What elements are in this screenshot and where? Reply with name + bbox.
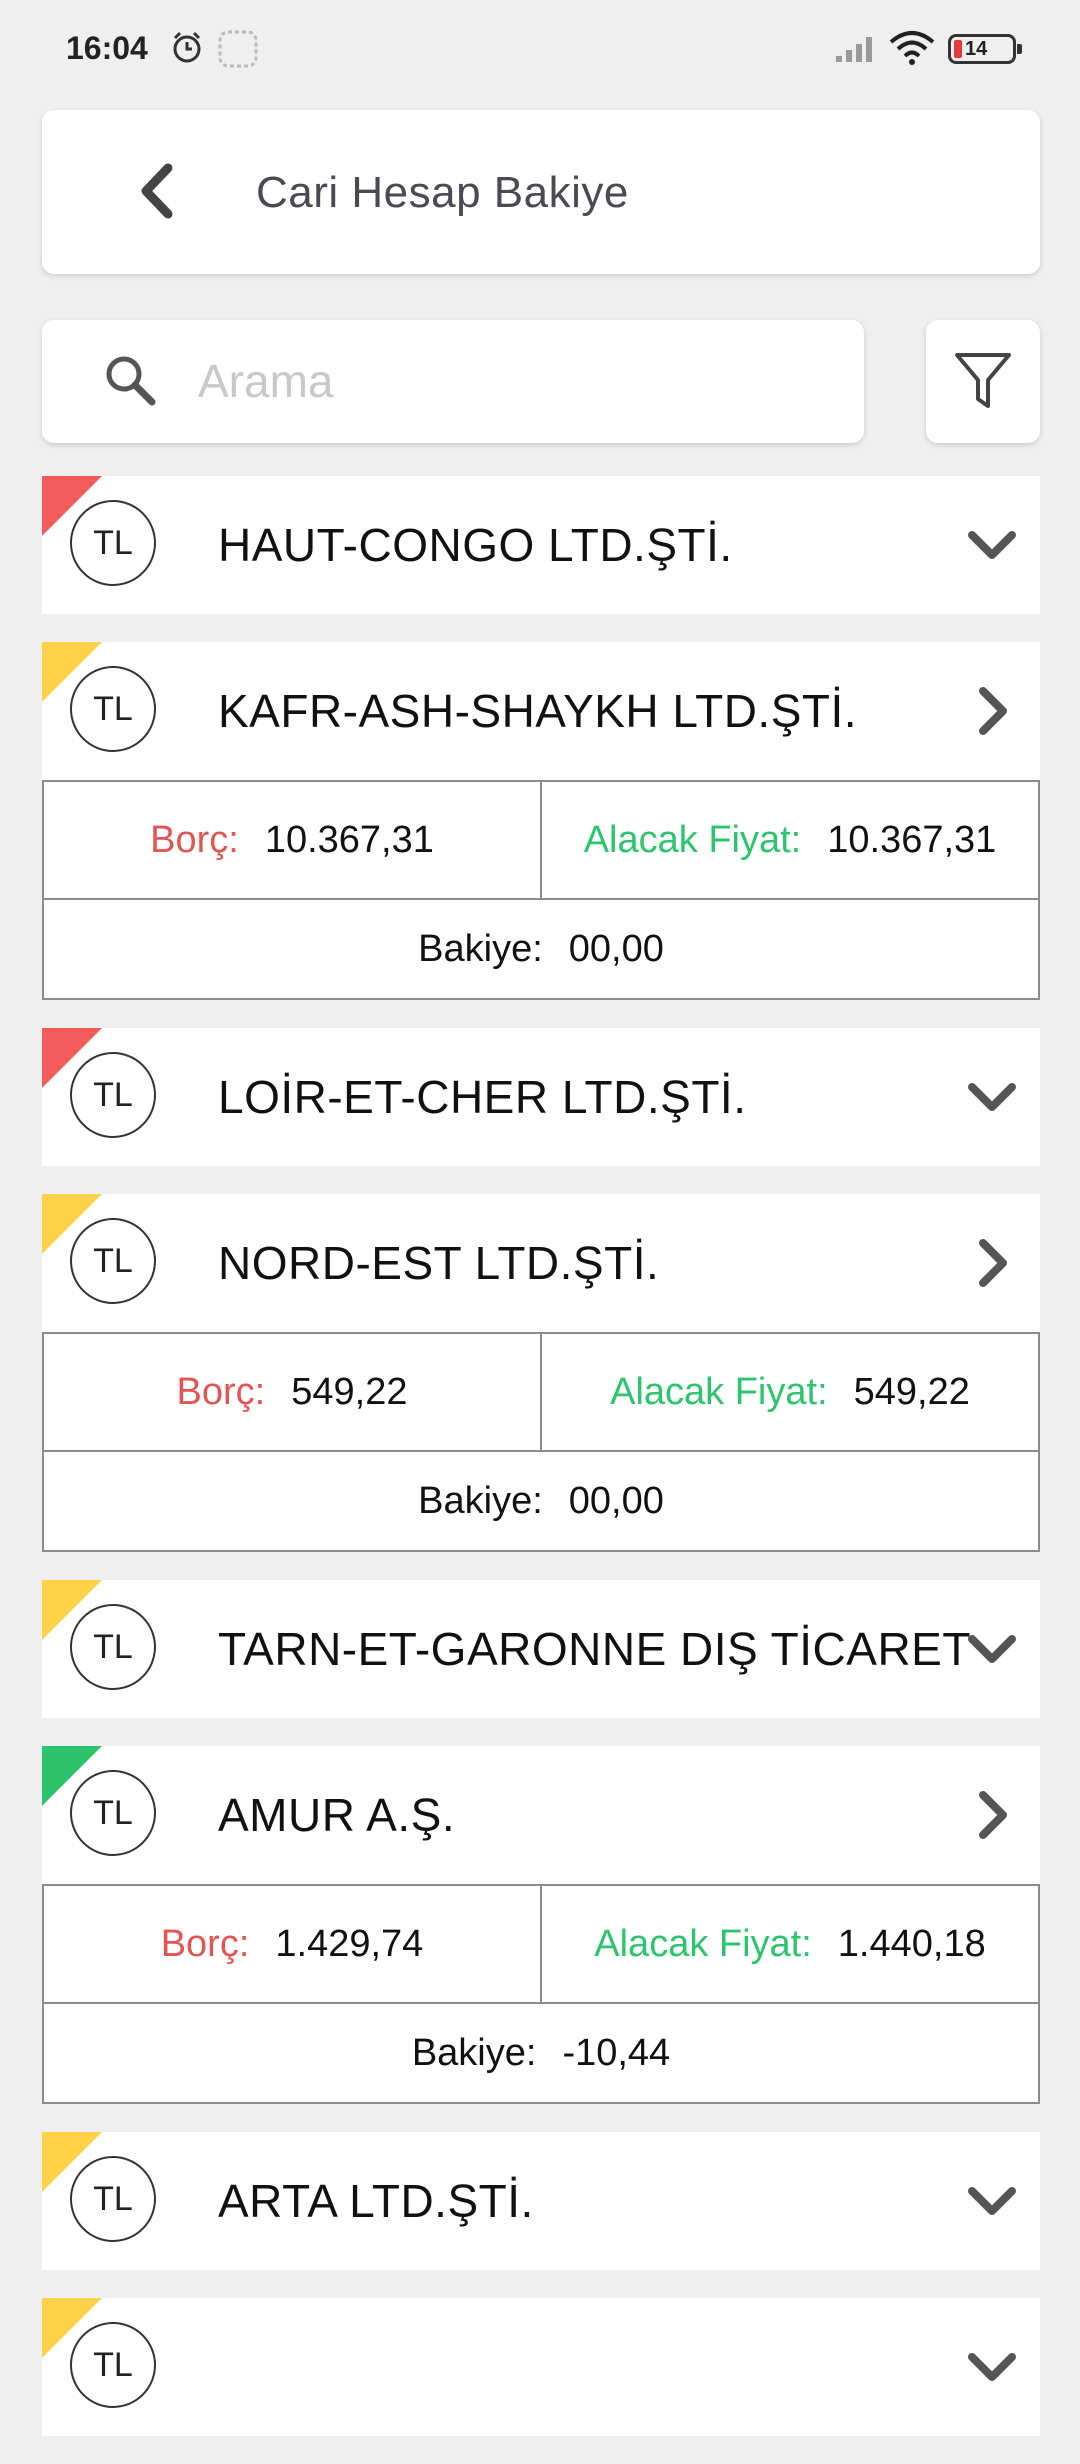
account-item: TL KAFR-ASH-SHAYKH LTD.ŞTİ. Borç: 10.367,31… <box>42 642 1040 1000</box>
debt-credit-row: Borç: 10.367,31 Alacak Fiyat: 10.367,31 <box>44 782 1038 900</box>
account-name: TARN-ET-GARONNE DIŞ TİCARET <box>218 1623 971 1675</box>
account-row[interactable]: TL AMUR A.Ş. <box>42 1746 1040 1884</box>
chevron-down-icon[interactable] <box>966 2175 1018 2227</box>
bakiye-row: Bakiye: 00,00 <box>44 1452 1038 1550</box>
account-item: TL ARTA LTD.ŞTİ. <box>42 2132 1040 2270</box>
chevron-down-icon[interactable] <box>966 2341 1018 2393</box>
borc-value: 549,22 <box>291 1370 408 1413</box>
currency-badge: TL <box>70 1052 156 1138</box>
bakiye-value: -10,44 <box>562 2031 671 2074</box>
currency-badge: TL <box>70 1770 156 1856</box>
account-row[interactable]: TL ARTA LTD.ŞTİ. <box>42 2132 1040 2270</box>
account-name: KAFR-ASH-SHAYKH LTD.ŞTİ. <box>218 685 858 737</box>
battery-level: 14 <box>965 38 988 60</box>
search-bar <box>42 320 864 443</box>
borc-label: Borç: <box>160 1922 250 1965</box>
account-item: TL <box>42 2298 1040 2436</box>
balance-details: Borç: 549,22 Alacak Fiyat: 549,22 Bakiye: 00,… <box>42 1332 1040 1552</box>
chevron-down-icon[interactable] <box>966 1623 1018 1675</box>
account-row[interactable]: TL HAUT-CONGO LTD.ŞTİ. <box>42 476 1040 614</box>
status-bar: 16:04 14 <box>0 0 1080 100</box>
account-item: TL TARN-ET-GARONNE DIŞ TİCARET <box>42 1580 1040 1718</box>
borc-value: 10.367,31 <box>264 818 434 861</box>
chevron-down-icon[interactable] <box>966 519 1018 571</box>
alacak-value: 10.367,31 <box>827 818 997 861</box>
borc-label: Borç: <box>176 1370 266 1413</box>
back-button[interactable] <box>122 156 192 226</box>
alacak-cell: Alacak Fiyat: 549,22 <box>540 1334 1038 1450</box>
search-input[interactable] <box>196 340 840 422</box>
account-list: TL HAUT-CONGO LTD.ŞTİ. TL KAFR-ASH-SHAYKH L… <box>42 476 1040 2464</box>
currency-badge: TL <box>70 500 156 586</box>
bakiye-label: Bakiye: <box>411 2031 537 2074</box>
filter-button[interactable] <box>926 320 1040 443</box>
bakiye-label: Bakiye: <box>418 1479 543 1522</box>
bakiye-value: 00,00 <box>568 927 664 970</box>
chevron-left-icon <box>141 163 173 219</box>
alacak-value: 549,22 <box>853 1370 970 1413</box>
account-item: TL LOİR-ET-CHER LTD.ŞTİ. <box>42 1028 1040 1166</box>
filter-icon <box>955 353 1011 408</box>
borc-cell: Borç: 1.429,74 <box>44 1886 540 2002</box>
signal-icon <box>836 37 872 62</box>
borc-value: 1.429,74 <box>275 1922 424 1965</box>
bakiye-row: Bakiye: 00,00 <box>44 900 1038 998</box>
page-title: Cari Hesap Bakiye <box>256 168 629 217</box>
borc-cell: Borç: 10.367,31 <box>44 782 540 898</box>
app-notification-icon <box>218 30 258 68</box>
account-name <box>218 2298 978 2436</box>
account-name: LOİR-ET-CHER LTD.ŞTİ. <box>218 1071 747 1123</box>
account-item: TL AMUR A.Ş. Borç: 1.429,74 Alacak Fiyat: 1.4… <box>42 1746 1040 2104</box>
account-row[interactable]: TL KAFR-ASH-SHAYKH LTD.ŞTİ. <box>42 642 1040 780</box>
debt-credit-row: Borç: 549,22 Alacak Fiyat: 549,22 <box>44 1334 1038 1452</box>
borc-label: Borç: <box>150 818 239 861</box>
chevron-right-icon[interactable] <box>966 1789 1018 1841</box>
balance-details: Borç: 10.367,31 Alacak Fiyat: 10.367,31 Baki… <box>42 780 1040 1000</box>
search-icon <box>106 356 156 406</box>
balance-details: Borç: 1.429,74 Alacak Fiyat: 1.440,18 Bakiye… <box>42 1884 1040 2104</box>
status-time: 16:04 <box>66 30 148 66</box>
currency-badge: TL <box>70 1604 156 1690</box>
alarm-icon <box>173 31 201 63</box>
account-name: NORD-EST LTD.ŞTİ. <box>218 1237 660 1289</box>
alacak-label: Alacak Fiyat: <box>583 818 802 861</box>
alacak-label: Alacak Fiyat: <box>610 1370 828 1413</box>
currency-badge: TL <box>70 2322 156 2408</box>
alacak-value: 1.440,18 <box>837 1922 986 1965</box>
debt-credit-row: Borç: 1.429,74 Alacak Fiyat: 1.440,18 <box>44 1886 1038 2004</box>
currency-badge: TL <box>70 1218 156 1304</box>
battery-icon: 14 <box>948 34 1022 64</box>
account-name: AMUR A.Ş. <box>218 1789 456 1841</box>
currency-badge: TL <box>70 666 156 752</box>
account-row[interactable]: TL LOİR-ET-CHER LTD.ŞTİ. <box>42 1028 1040 1166</box>
header-bar: Cari Hesap Bakiye <box>42 110 1040 274</box>
bakiye-label: Bakiye: <box>418 927 543 970</box>
wifi-icon <box>889 31 935 65</box>
chevron-right-icon[interactable] <box>966 685 1018 737</box>
account-name: HAUT-CONGO LTD.ŞTİ. <box>218 519 733 571</box>
account-row[interactable]: TL TARN-ET-GARONNE DIŞ TİCARET <box>42 1580 1040 1718</box>
account-row[interactable]: TL <box>42 2298 1040 2436</box>
bakiye-row: Bakiye: -10,44 <box>44 2004 1038 2102</box>
bakiye-value: 00,00 <box>568 1479 664 1522</box>
account-item: TL NORD-EST LTD.ŞTİ. Borç: 549,22 Alacak Fiy… <box>42 1194 1040 1552</box>
alacak-cell: Alacak Fiyat: 1.440,18 <box>540 1886 1038 2002</box>
borc-cell: Borç: 549,22 <box>44 1334 540 1450</box>
alacak-cell: Alacak Fiyat: 10.367,31 <box>540 782 1038 898</box>
account-item: TL HAUT-CONGO LTD.ŞTİ. <box>42 476 1040 614</box>
alacak-label: Alacak Fiyat: <box>594 1922 812 1965</box>
account-row[interactable]: TL NORD-EST LTD.ŞTİ. <box>42 1194 1040 1332</box>
currency-badge: TL <box>70 2156 156 2242</box>
account-name: ARTA LTD.ŞTİ. <box>218 2175 534 2227</box>
chevron-down-icon[interactable] <box>966 1071 1018 1123</box>
chevron-right-icon[interactable] <box>966 1237 1018 1289</box>
